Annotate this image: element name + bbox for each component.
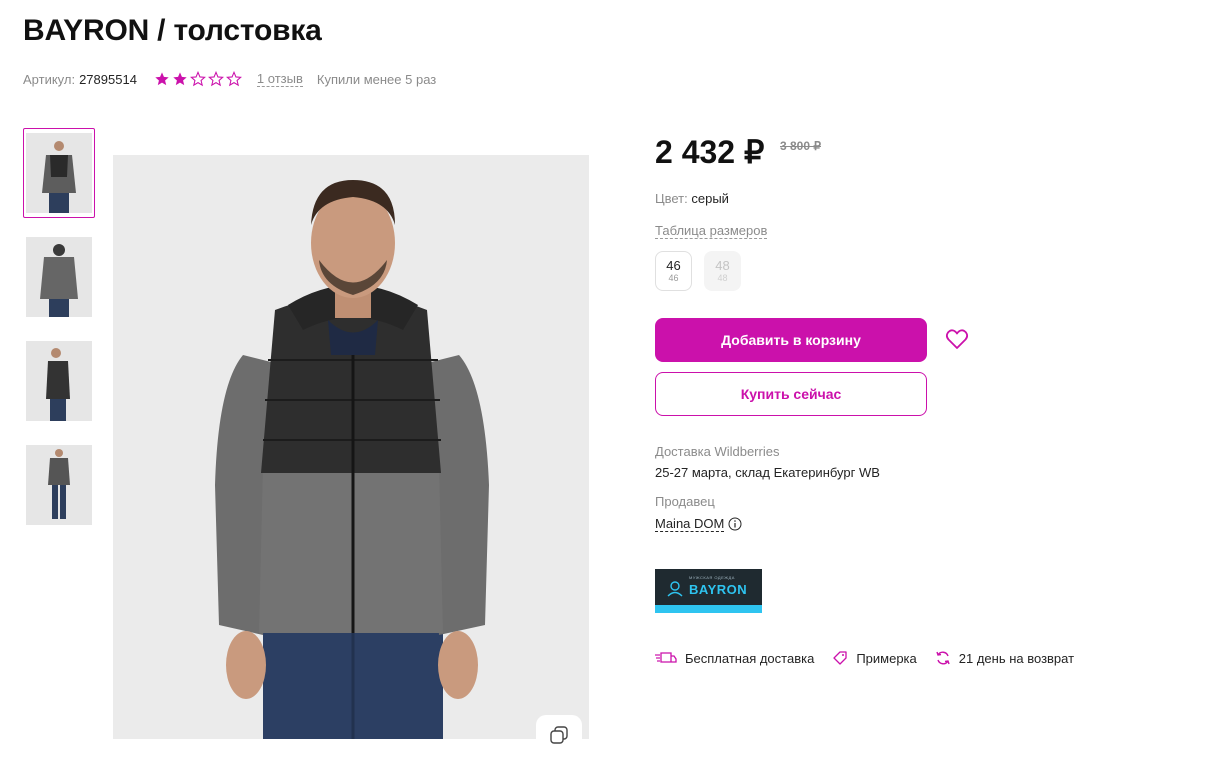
current-price: 2 432 ₽ [655,134,765,170]
features-row: Бесплатная доставка Примерка 21 день на … [655,650,1092,666]
thumbnail-full[interactable] [23,440,95,530]
star-empty-icon [189,71,206,87]
rating-stars [154,71,242,87]
star-filled-icon [155,72,169,86]
product-thumbnail-image [26,133,92,213]
product-thumbnail-image [26,445,92,525]
star-empty-icon [207,71,224,87]
brand-mark-icon [667,581,683,597]
size-label: 46 [666,257,681,273]
sku-label: Артикул: [23,71,76,87]
feature-fitting: Примерка [832,650,917,666]
heart-icon[interactable] [945,328,969,350]
reviews-link[interactable]: 1 отзыв [256,71,303,87]
buy-now-button[interactable]: Купить сейчас [655,372,927,416]
old-price: 3 800 ₽ [780,139,821,153]
thumbnail-side[interactable] [23,336,95,426]
size-option-46[interactable]: 46 46 [655,251,692,291]
brand-logo[interactable]: МУЖСКАЯ ОДЕЖДА BAYRON [655,569,762,613]
feature-returns: 21 день на возврат [935,650,1074,666]
product-photo-illustration [113,155,589,739]
thumbnail-gallery [23,128,95,544]
color-info: Цвет: серый [655,191,729,206]
feature-label: 21 день на возврат [958,650,1075,666]
sku-value: 27895514 [79,71,137,87]
color-value: серый [691,191,729,206]
delivery-value: 25-27 марта, склад Екатеринбург WB [655,465,880,480]
main-product-photo[interactable] [113,155,589,739]
size-table-link[interactable]: Таблица размеров [655,223,768,239]
color-label: Цвет: [655,191,688,206]
brand-tagline: МУЖСКАЯ ОДЕЖДА [689,575,735,580]
brand-name: BAYRON [689,582,748,597]
thumbnail-front[interactable] [23,128,95,218]
info-icon[interactable] [728,517,742,531]
brand-strip [655,605,762,613]
zoom-button[interactable] [536,715,582,755]
size-label: 48 [715,257,730,273]
truck-icon [655,652,677,663]
seller-info: Maina DOM [655,516,742,532]
product-thumbnail-image [26,237,92,317]
product-title: BAYRON / толстовка [23,14,322,47]
seller-label: Продавец [655,494,715,509]
copy-zoom-icon [550,726,568,744]
add-to-cart-button[interactable]: Добавить в корзину [655,318,927,362]
product-meta: Артикул: 27895514 1 отзыв Купили менее 5… [23,71,436,87]
refresh-icon [936,651,950,665]
size-selector: 46 46 48 48 [655,251,741,291]
purchase-count: Купили менее 5 раз [316,71,437,87]
tag-icon [833,651,847,665]
delivery-label: Доставка Wildberries [655,444,780,459]
product-thumbnail-image [26,341,92,421]
star-empty-icon [225,71,242,87]
feature-free-delivery: Бесплатная доставка [655,651,814,666]
thumbnail-back[interactable] [23,232,95,322]
feature-label: Бесплатная доставка [685,650,815,666]
size-ru-label: 46 [668,272,679,283]
star-filled-icon [173,72,187,86]
size-ru-label: 48 [717,272,728,283]
size-option-48[interactable]: 48 48 [704,251,741,291]
seller-link[interactable]: Maina DOM [655,516,725,532]
feature-label: Примерка [856,650,917,666]
